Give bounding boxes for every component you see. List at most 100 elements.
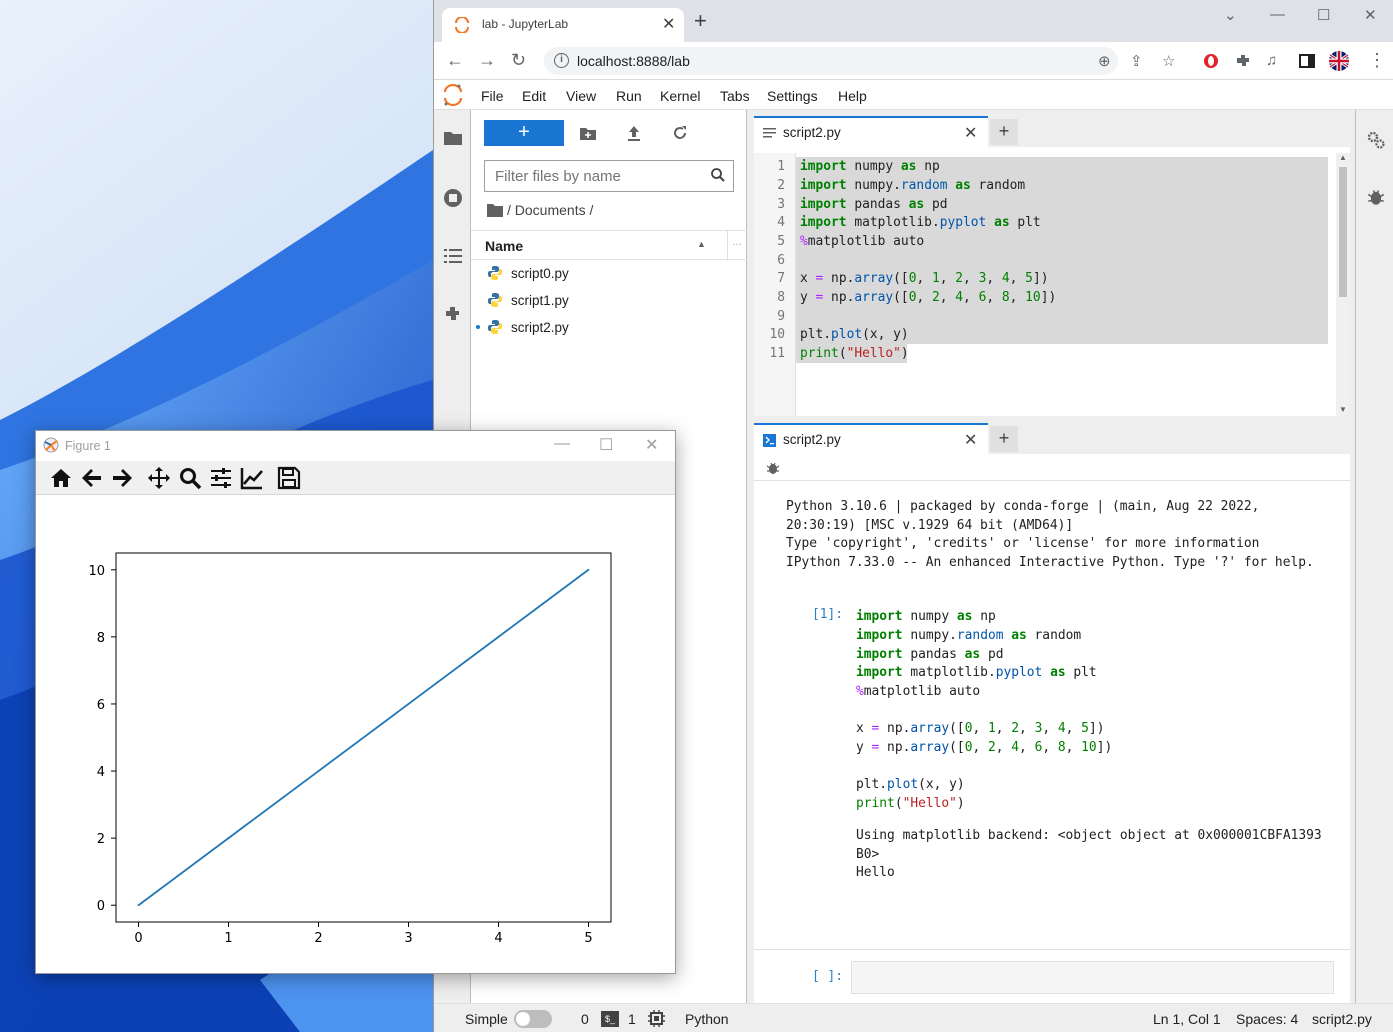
console-code-line: import matplotlib.pyplot as plt <box>856 665 1097 680</box>
python-file-icon <box>488 266 502 280</box>
media-control-icon[interactable]: ♫ <box>1266 52 1277 69</box>
zoom-magnifier-icon[interactable] <box>178 466 202 490</box>
site-info-icon[interactable]: i <box>554 53 569 68</box>
file-row-script0[interactable]: script0.py <box>471 260 747 287</box>
console-input-field[interactable] <box>851 961 1334 994</box>
close-window-icon[interactable]: ✕ <box>1364 6 1377 24</box>
folder-icon[interactable] <box>443 128 463 148</box>
pan-move-icon[interactable] <box>147 466 171 490</box>
figure-window-title: Figure 1 <box>65 439 111 453</box>
code-text-area[interactable]: import numpy as np import numpy.random a… <box>796 153 1336 416</box>
console-code-line: print("Hello") <box>856 796 965 811</box>
scroll-down-icon[interactable]: ▼ <box>1339 405 1347 414</box>
cursor-position[interactable]: Ln 1, Col 1 <box>1153 1011 1221 1027</box>
tab-search-icon[interactable]: ⌄ <box>1224 6 1237 24</box>
reload-icon[interactable]: ↻ <box>511 50 526 71</box>
configure-subplots-icon[interactable] <box>209 466 233 490</box>
kernel-name[interactable]: Python <box>685 1011 729 1027</box>
bookmark-star-icon[interactable]: ☆ <box>1162 52 1175 70</box>
terminal-count[interactable]: 0 <box>581 1011 589 1027</box>
menu-settings[interactable]: Settings <box>767 88 818 104</box>
menu-tabs[interactable]: Tabs <box>720 88 750 104</box>
name-column-header[interactable]: Name <box>485 238 523 254</box>
share-icon[interactable]: ⇪ <box>1130 52 1143 70</box>
file-filter-field[interactable] <box>484 160 734 192</box>
minimize-icon[interactable]: — <box>1270 6 1285 23</box>
browser-menu-icon[interactable]: ⋮ <box>1368 50 1386 71</box>
kernel-chip-icon[interactable] <box>648 1010 665 1027</box>
console-banner-line: IPython 7.33.0 -- An enhanced Interactiv… <box>786 555 1314 570</box>
scroll-up-icon[interactable]: ▲ <box>1339 153 1347 162</box>
opera-extension-icon[interactable] <box>1202 52 1220 70</box>
edit-axes-icon[interactable] <box>240 466 264 490</box>
scrollbar-thumb[interactable] <box>1339 167 1347 297</box>
new-tab-icon[interactable]: + <box>694 10 707 32</box>
breadcrumb-path[interactable]: / Documents / <box>507 202 593 218</box>
close-tab-icon[interactable]: ✕ <box>662 14 675 34</box>
figure-close-icon[interactable]: ✕ <box>645 435 658 455</box>
menu-run[interactable]: Run <box>616 88 642 104</box>
python-file-icon <box>488 293 502 307</box>
figure-titlebar[interactable]: Figure 1 — ☐ ✕ <box>36 431 675 461</box>
extension-manager-icon[interactable] <box>443 304 463 324</box>
new-folder-icon[interactable] <box>579 124 597 142</box>
file-open-indicator <box>476 325 480 329</box>
home-folder-icon[interactable] <box>487 203 503 217</box>
zoom-icon[interactable]: ⊕ <box>1098 52 1111 70</box>
save-figure-icon[interactable] <box>277 466 301 490</box>
file-filter-input[interactable] <box>485 161 705 191</box>
sort-ascending-icon[interactable]: ▲ <box>697 239 706 249</box>
forward-icon[interactable]: → <box>478 50 496 71</box>
add-tab-button[interactable]: + <box>990 426 1018 452</box>
python-file-icon <box>488 320 502 334</box>
file-row-script1[interactable]: script1.py <box>471 287 747 314</box>
add-tab-button[interactable]: + <box>990 119 1018 145</box>
new-launcher-button[interactable]: + <box>484 120 564 146</box>
back-arrow-icon[interactable] <box>80 466 104 490</box>
line-number: 3 <box>777 197 785 212</box>
refresh-icon[interactable] <box>671 124 689 142</box>
code-editor[interactable]: 1 2 3 4 5 6 7 8 9 10 11 import numpy as … <box>754 153 1350 416</box>
indent-spaces[interactable]: Spaces: 4 <box>1236 1011 1298 1027</box>
line-number: 7 <box>777 271 785 286</box>
menu-file[interactable]: File <box>481 88 504 104</box>
breadcrumb: / Documents / <box>487 202 593 218</box>
y-tick-label: 2 <box>97 832 105 847</box>
home-icon[interactable] <box>49 466 73 490</box>
menu-help[interactable]: Help <box>838 88 867 104</box>
close-editor-tab-icon[interactable]: ✕ <box>964 123 977 143</box>
column-more-icon[interactable]: … <box>732 237 742 248</box>
console-tab[interactable]: script2.py ✕ <box>754 423 988 454</box>
kernel-count[interactable]: 1 <box>628 1011 636 1027</box>
figure-maximize-icon[interactable]: ☐ <box>599 435 613 455</box>
matplotlib-logo-icon <box>43 437 59 453</box>
figure-canvas[interactable]: 0 1 2 3 4 5 0 2 4 6 8 10 <box>36 495 675 973</box>
close-console-tab-icon[interactable]: ✕ <box>964 430 977 450</box>
forward-arrow-icon[interactable] <box>110 466 134 490</box>
maximize-icon[interactable]: ☐ <box>1317 6 1330 24</box>
address-bar[interactable]: i localhost:8888/lab ⊕ ⇪ <box>544 47 1143 75</box>
property-inspector-gears-icon[interactable] <box>1366 130 1386 150</box>
table-of-contents-icon[interactable] <box>443 246 463 266</box>
extensions-icon[interactable] <box>1234 52 1252 70</box>
browser-tab[interactable]: lab - JupyterLab ✕ <box>442 8 684 42</box>
terminal-icon[interactable]: $_ <box>601 1011 619 1027</box>
side-panel-icon[interactable] <box>1298 52 1316 70</box>
back-icon[interactable]: ← <box>446 50 464 71</box>
simple-mode-toggle[interactable] <box>514 1010 552 1028</box>
editor-tab[interactable]: script2.py ✕ <box>754 116 988 147</box>
file-row-script2[interactable]: script2.py <box>471 314 747 341</box>
upload-icon[interactable] <box>625 124 643 142</box>
running-kernels-icon[interactable] <box>443 188 463 208</box>
debugger-bug-icon[interactable] <box>1367 188 1385 206</box>
figure-minimize-icon[interactable]: — <box>554 435 570 453</box>
menu-edit[interactable]: Edit <box>522 88 546 104</box>
profile-avatar[interactable] <box>1328 50 1350 72</box>
x-tick-label: 3 <box>404 931 412 946</box>
file-list-header: Name ▲ … <box>471 230 747 261</box>
menu-kernel[interactable]: Kernel <box>660 88 700 104</box>
file-name: script2.py <box>511 320 569 335</box>
editor-scrollbar[interactable]: ▲ ▼ <box>1336 153 1350 416</box>
debugger-bug-icon[interactable] <box>766 461 780 475</box>
menu-view[interactable]: View <box>566 88 596 104</box>
